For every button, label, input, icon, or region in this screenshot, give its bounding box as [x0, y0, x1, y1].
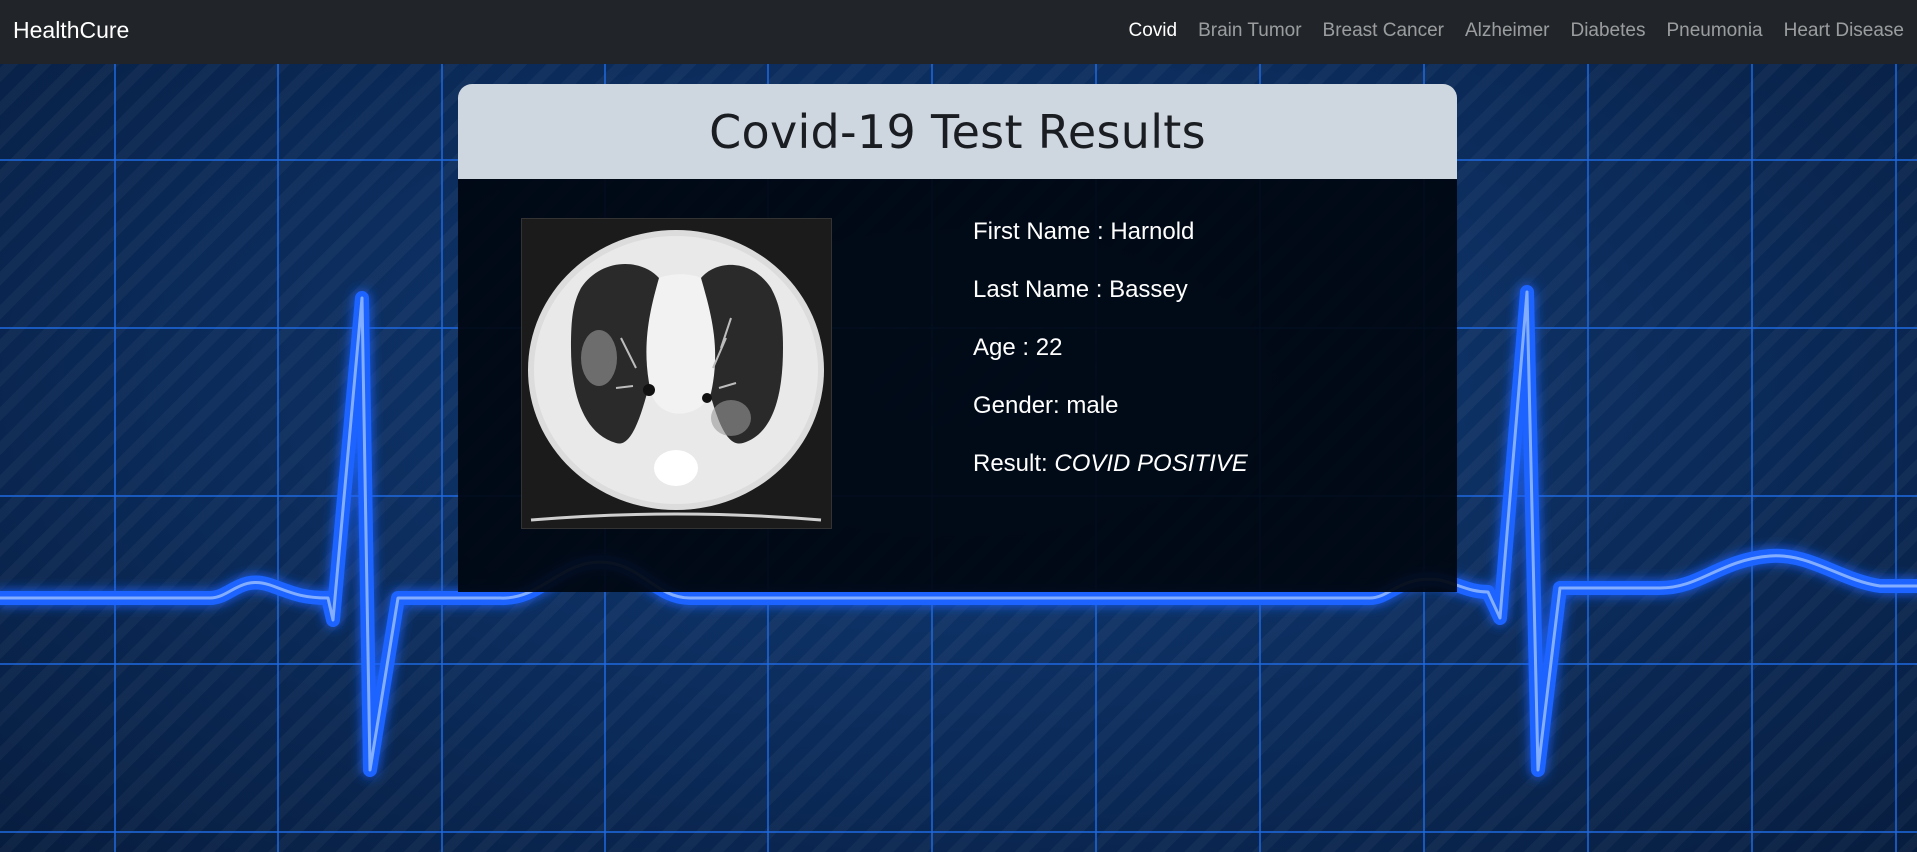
- page-title: Covid-19 Test Results: [709, 104, 1206, 159]
- last-name-row: Last Name : Bassey: [973, 275, 1248, 333]
- first-name-label: First Name :: [973, 218, 1111, 245]
- age-row: Age : 22: [973, 333, 1248, 391]
- gender-label: Gender:: [973, 392, 1067, 419]
- nav-link-brain-tumor[interactable]: Brain Tumor: [1198, 20, 1301, 42]
- result-row: Result: COVID POSITIVE: [973, 449, 1248, 507]
- nav-link-alzheimer[interactable]: Alzheimer: [1465, 20, 1549, 42]
- patient-info: First Name : Harnold Last Name : Bassey …: [973, 217, 1248, 507]
- nav-link-covid[interactable]: Covid: [1128, 20, 1177, 42]
- brand-logo-link[interactable]: HealthCure: [13, 17, 129, 44]
- top-navbar: HealthCure Covid Brain Tumor Breast Canc…: [0, 0, 1917, 64]
- age-label: Age :: [973, 334, 1036, 361]
- result-label: Result:: [973, 450, 1055, 477]
- last-name-value: Bassey: [1109, 276, 1188, 303]
- ct-scan-graphic: [520, 217, 833, 530]
- first-name-value: Harnold: [1110, 218, 1195, 245]
- age-value: 22: [1035, 334, 1063, 361]
- nav-link-heart-disease[interactable]: Heart Disease: [1784, 20, 1904, 42]
- first-name-row: First Name : Harnold: [973, 217, 1248, 275]
- nav-link-breast-cancer[interactable]: Breast Cancer: [1323, 20, 1444, 42]
- card-body: First Name : Harnold Last Name : Bassey …: [458, 179, 1457, 592]
- result-value: COVID POSITIVE: [1054, 450, 1248, 477]
- nav-link-pneumonia[interactable]: Pneumonia: [1666, 20, 1762, 42]
- last-name-label: Last Name :: [973, 276, 1110, 303]
- nav-links: Covid Brain Tumor Breast Cancer Alzheime…: [1107, 20, 1904, 42]
- card-header: Covid-19 Test Results: [458, 84, 1457, 179]
- gender-value: male: [1066, 392, 1119, 419]
- lung-ct-scan-image: [520, 217, 833, 530]
- nav-link-diabetes[interactable]: Diabetes: [1570, 20, 1645, 42]
- gender-row: Gender: male: [973, 391, 1248, 449]
- results-card: Covid-19 Test Results First Name: Harno…: [458, 84, 1457, 592]
